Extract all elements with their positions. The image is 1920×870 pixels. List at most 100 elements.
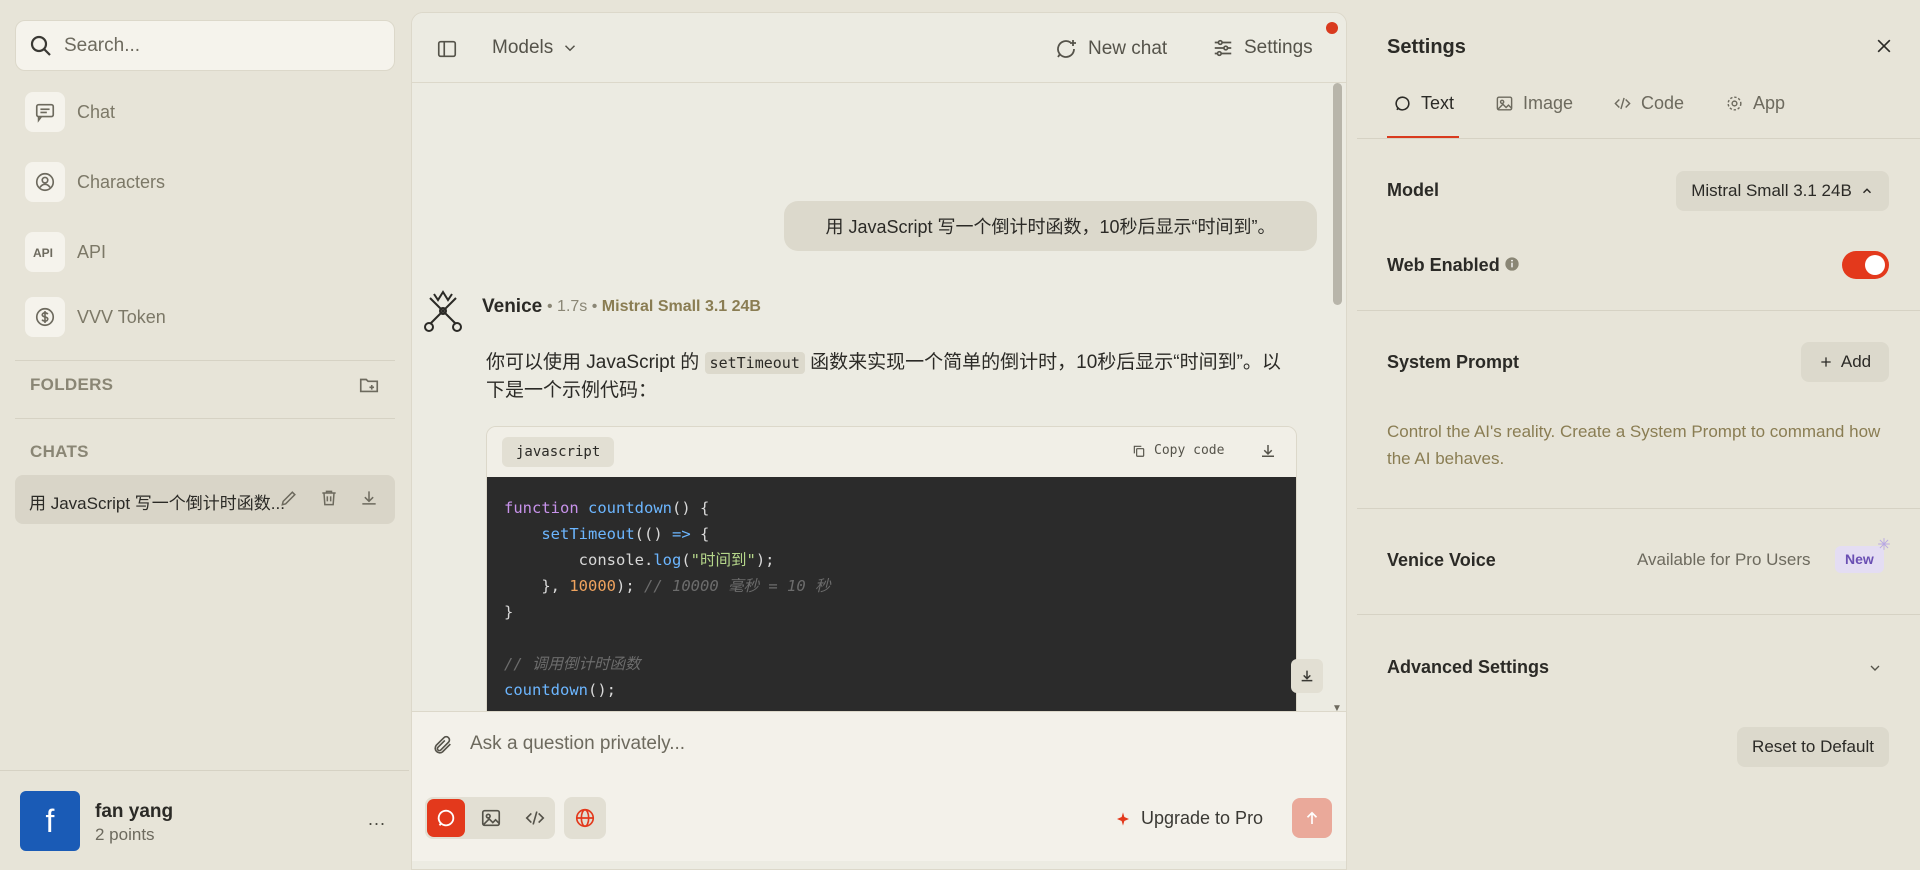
- token-icon: [25, 297, 65, 337]
- code-line: console.log("时间到");: [578, 551, 775, 569]
- chat-list-item[interactable]: 用 JavaScript 写一个倒计时函数...: [15, 475, 395, 524]
- code-mode-button[interactable]: [516, 799, 554, 837]
- tab-image[interactable]: Image: [1495, 93, 1573, 114]
- code-icon: [525, 811, 545, 825]
- user-name: fan yang: [95, 801, 174, 822]
- system-prompt-help: Control the AI's reality. Create a Syste…: [1387, 422, 1881, 468]
- tab-label: Image: [1523, 93, 1574, 113]
- scrollbar[interactable]: ▼: [1331, 83, 1343, 718]
- image-mode-button[interactable]: [472, 799, 510, 837]
- chevron-down-icon: [565, 45, 576, 52]
- chat-bubble-icon: [437, 809, 455, 827]
- models-dropdown[interactable]: Models: [492, 37, 579, 59]
- response-time: 1.7s: [557, 298, 588, 315]
- paperclip-icon[interactable]: [432, 734, 454, 756]
- code-line: // 调用倒计时函数: [504, 655, 641, 673]
- code-line: setTimeout(() => {: [541, 525, 710, 543]
- divider: [1357, 138, 1920, 139]
- web-search-button[interactable]: [564, 797, 606, 839]
- advanced-settings-label[interactable]: Advanced Settings: [1387, 657, 1549, 678]
- copy-icon: [1133, 445, 1145, 457]
- search-box[interactable]: [15, 20, 395, 71]
- new-chat-button[interactable]: New chat: [1054, 37, 1167, 61]
- chat-mode-button[interactable]: [427, 799, 465, 837]
- sidebar-item-label: API: [77, 241, 107, 262]
- settings-title: Settings: [1387, 36, 1466, 58]
- add-system-prompt-button[interactable]: Add: [1801, 342, 1889, 382]
- pencil-icon[interactable]: [279, 488, 299, 508]
- globe-icon: [575, 808, 595, 828]
- scrollbar-thumb[interactable]: [1333, 83, 1342, 305]
- models-label: Models: [492, 37, 554, 58]
- new-folder-icon[interactable]: [358, 374, 380, 396]
- tab-label: App: [1753, 93, 1786, 113]
- plus-icon: [1821, 357, 1831, 367]
- more-options-button[interactable]: ...: [368, 809, 386, 830]
- venice-voice-status: Available for Pro Users: [1637, 550, 1811, 569]
- add-label: Add: [1840, 352, 1872, 371]
- sidebar: Chat Characters API API VVV Token FOLDER…: [0, 0, 409, 870]
- sparkle-icon: [1877, 537, 1891, 551]
- sidebar-item-vvv-token[interactable]: VVV Token: [25, 295, 385, 339]
- inline-code: setTimeout: [704, 352, 805, 374]
- toggle-knob: [1865, 255, 1885, 275]
- upgrade-button[interactable]: Upgrade to Pro: [1115, 808, 1263, 829]
- divider: [1357, 310, 1920, 311]
- reset-to-default-button[interactable]: Reset to Default: [1737, 727, 1889, 767]
- model-select[interactable]: Mistral Small 3.1 24B: [1676, 171, 1889, 211]
- tab-app[interactable]: App: [1725, 93, 1785, 114]
- chats-label: CHATS: [30, 442, 89, 461]
- trash-icon[interactable]: [319, 488, 339, 508]
- divider: [15, 418, 395, 419]
- search-input[interactable]: [64, 29, 379, 63]
- new-chat-icon: [1057, 40, 1076, 58]
- sparkle-icon: [1117, 811, 1129, 826]
- chat-title: 用 JavaScript 写一个倒计时函数...: [29, 494, 285, 513]
- sidebar-item-chat[interactable]: Chat: [25, 90, 385, 134]
- sidebar-item-characters[interactable]: Characters: [25, 160, 385, 204]
- chat-bubble-icon: [1395, 96, 1410, 111]
- venice-logo-icon: [422, 290, 464, 334]
- download-icon[interactable]: [359, 488, 379, 508]
- image-icon: [1496, 96, 1513, 111]
- settings-button[interactable]: Settings: [1212, 37, 1313, 59]
- sidebar-toggle-icon[interactable]: [436, 38, 458, 60]
- divider: [15, 360, 395, 361]
- avatar: f: [20, 791, 80, 851]
- close-icon[interactable]: [1874, 36, 1894, 56]
- sliders-icon: [1214, 39, 1232, 57]
- web-enabled-toggle[interactable]: [1842, 251, 1889, 279]
- api-icon: API: [25, 232, 65, 272]
- tab-text[interactable]: Text: [1393, 93, 1454, 114]
- chevron-up-icon: [1862, 188, 1871, 194]
- message-input[interactable]: [470, 726, 1170, 762]
- settings-panel: Settings Text Image Code App Model Mistr…: [1357, 0, 1920, 870]
- user-message: 用 JavaScript 写一个倒计时函数，10秒后显示“时间到”。: [784, 201, 1317, 251]
- svg-text:API: API: [33, 246, 53, 260]
- bot-name: Venice: [482, 296, 543, 317]
- download-icon[interactable]: [1259, 442, 1277, 460]
- settings-label: Settings: [1244, 37, 1313, 58]
- response-model: Mistral Small 3.1 24B: [601, 298, 761, 315]
- system-prompt-label: System Prompt: [1387, 352, 1520, 372]
- user-profile[interactable]: f fan yang 2 points ...: [0, 770, 409, 870]
- info-icon[interactable]: [1504, 256, 1520, 272]
- characters-icon: [25, 162, 65, 202]
- chat-header: Models New chat Settings: [412, 13, 1346, 83]
- notification-dot: [1326, 22, 1338, 34]
- chat-panel: Models New chat Settings 用 JavaScript 写一…: [411, 12, 1347, 870]
- tab-label: Code: [1641, 93, 1685, 113]
- copy-code-button[interactable]: Copy code: [1132, 443, 1224, 458]
- code-line: }, 10000); // 10000 毫秒 = 10 秒: [541, 577, 831, 595]
- search-icon: [29, 34, 53, 58]
- code-icon: [1614, 97, 1631, 110]
- sidebar-item-api[interactable]: API API: [25, 230, 385, 274]
- arrow-up-icon: [1306, 811, 1318, 824]
- scroll-to-bottom-button[interactable]: [1291, 659, 1323, 693]
- folders-label: FOLDERS: [30, 375, 114, 394]
- sidebar-item-label: VVV Token: [77, 306, 166, 327]
- send-button[interactable]: [1292, 798, 1332, 838]
- chevron-down-icon[interactable]: [1867, 660, 1883, 676]
- tab-code[interactable]: Code: [1613, 93, 1684, 114]
